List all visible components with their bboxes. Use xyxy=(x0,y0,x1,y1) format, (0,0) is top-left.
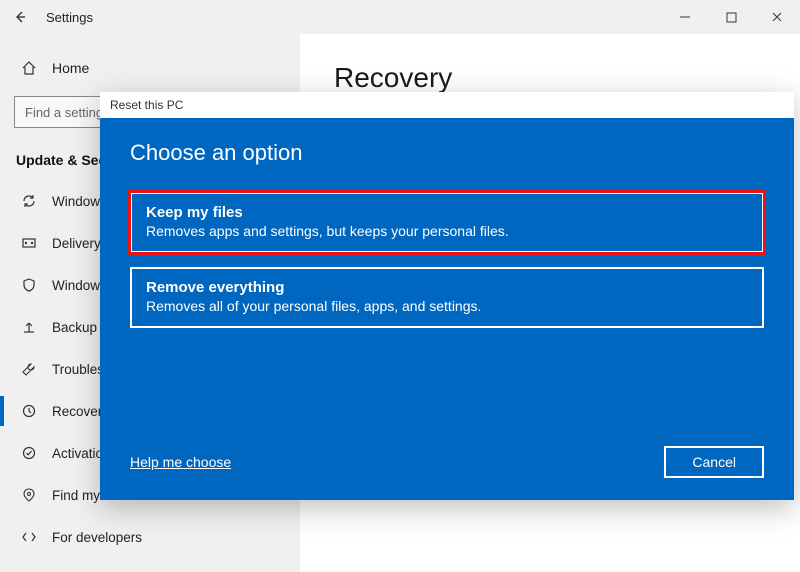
developer-icon xyxy=(20,529,38,545)
titlebar: Settings xyxy=(0,0,800,34)
maximize-icon xyxy=(726,12,737,23)
sidebar-home[interactable]: Home xyxy=(0,52,300,84)
back-button[interactable] xyxy=(0,0,40,34)
minimize-icon xyxy=(679,11,691,23)
sidebar-home-label: Home xyxy=(52,60,89,76)
sidebar-item-label: Backup xyxy=(52,320,97,335)
reset-pc-dialog: Reset this PC Choose an option Keep my f… xyxy=(100,92,794,500)
option-remove-everything[interactable]: Remove everything Removes all of your pe… xyxy=(130,267,764,328)
minimize-button[interactable] xyxy=(662,0,708,34)
option-keep-my-files[interactable]: Keep my files Removes apps and settings,… xyxy=(130,192,764,253)
option-title: Remove everything xyxy=(146,279,748,296)
help-me-choose-link[interactable]: Help me choose xyxy=(130,454,231,470)
window-controls xyxy=(662,0,800,34)
check-circle-icon xyxy=(20,445,38,461)
dialog-titlebar: Reset this PC xyxy=(100,92,794,118)
recovery-icon xyxy=(20,403,38,419)
sidebar-item-for-developers[interactable]: For developers xyxy=(0,516,300,558)
option-desc: Removes all of your personal files, apps… xyxy=(146,298,748,314)
page-title: Recovery xyxy=(334,62,800,94)
shield-icon xyxy=(20,277,38,293)
cancel-button[interactable]: Cancel xyxy=(664,446,764,478)
location-icon xyxy=(20,487,38,503)
sync-icon xyxy=(20,193,38,209)
wrench-icon xyxy=(20,361,38,377)
delivery-icon xyxy=(20,235,38,251)
dialog-window-title: Reset this PC xyxy=(110,98,183,112)
arrow-left-icon xyxy=(13,10,27,24)
sidebar-item-label: For developers xyxy=(52,530,142,545)
close-icon xyxy=(771,11,783,23)
option-title: Keep my files xyxy=(146,204,748,221)
option-desc: Removes apps and settings, but keeps you… xyxy=(146,223,748,239)
dialog-heading: Choose an option xyxy=(130,140,764,166)
app-title: Settings xyxy=(46,10,93,25)
backup-icon xyxy=(20,319,38,335)
search-placeholder: Find a setting xyxy=(25,105,103,120)
maximize-button[interactable] xyxy=(708,0,754,34)
close-button[interactable] xyxy=(754,0,800,34)
home-icon xyxy=(20,60,38,76)
